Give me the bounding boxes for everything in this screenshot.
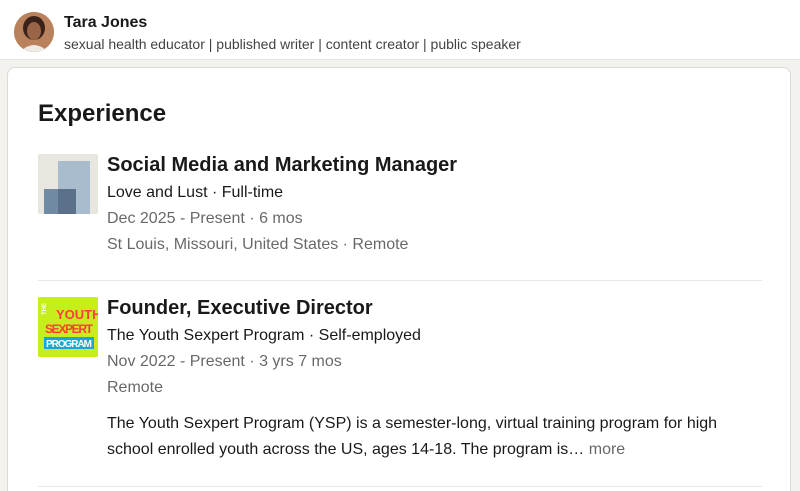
- logo-text-program: PROGRAM: [46, 339, 92, 350]
- experience-item-location: St Louis, Missouri, United States · Remo…: [107, 236, 409, 253]
- experience-item-company: The Youth Sexpert Program · Self-employe…: [107, 327, 421, 344]
- profile-name[interactable]: Tara Jones: [64, 14, 147, 32]
- logo-text-youth: YOUTH: [56, 307, 98, 322]
- experience-item-dates: Dec 2025 - Present · 6 mos: [107, 210, 303, 227]
- see-more-link[interactable]: more: [589, 441, 625, 458]
- experience-item-title[interactable]: Founder, Executive Director: [107, 297, 373, 320]
- description-text: The Youth Sexpert Program (YSP) is a sem…: [107, 415, 718, 458]
- experience-card: Experience Social Media and Marketing Ma…: [7, 67, 791, 491]
- logo-text-the: THE: [42, 303, 48, 315]
- avatar-image: [14, 12, 54, 52]
- experience-item-location: Remote: [107, 379, 164, 396]
- logo-text-sexpert: SEXPERT: [45, 322, 94, 336]
- experience-item-dates: Nov 2022 - Present · 3 yrs 7 mos: [107, 353, 342, 370]
- building-placeholder-icon[interactable]: [38, 154, 98, 214]
- avatar[interactable]: [14, 12, 54, 52]
- divider: [38, 280, 762, 281]
- experience-item-title[interactable]: Social Media and Marketing Manager: [107, 154, 457, 177]
- experience-item-description: The Youth Sexpert Program (YSP) is a sem…: [107, 411, 767, 463]
- divider: [38, 486, 762, 487]
- profile-sticky-header: Tara Jones sexual health educator | publ…: [0, 0, 800, 60]
- experience-item-company: Love and Lust · Full-time: [107, 184, 284, 201]
- section-title: Experience: [38, 100, 167, 127]
- profile-headline: sexual health educator | published write…: [64, 36, 521, 52]
- youth-sexpert-program-logo[interactable]: THE YOUTH SEXPERT PROGRAM: [38, 297, 98, 357]
